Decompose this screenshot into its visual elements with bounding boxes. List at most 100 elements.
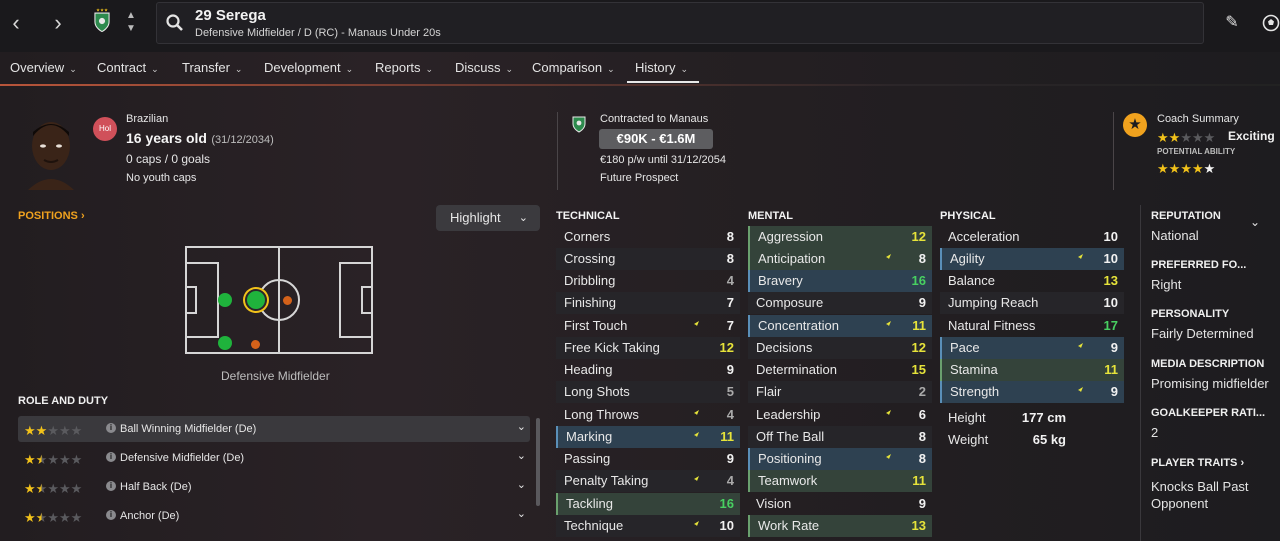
attribute-row[interactable]: Determination 15 [748, 359, 932, 381]
chevron-down-icon[interactable]: ⌄ [1250, 215, 1260, 229]
contract-club: Contracted to Manaus [600, 113, 709, 125]
attribute-row[interactable]: Heading 9 [556, 359, 740, 381]
role-name: Ball Winning Midfielder (De) [120, 423, 257, 435]
role-row[interactable]: ★★★★★ i Defensive Midfielder (De) ⌄ [18, 445, 530, 471]
roles-scrollbar[interactable] [536, 418, 540, 506]
edit-icon[interactable]: ✎ [1222, 12, 1242, 34]
trending-icon [689, 410, 699, 420]
player-face-image [28, 122, 74, 190]
attribute-row[interactable]: Passing 9 [556, 448, 740, 470]
reputation-value: National [1151, 228, 1199, 243]
position-dot-dm[interactable] [247, 291, 265, 309]
forward-icon[interactable]: › [45, 8, 71, 38]
attribute-row[interactable]: Flair 2 [748, 381, 932, 403]
player-search-box[interactable]: 29 Serega Defensive Midfielder / D (RC) … [156, 2, 1204, 44]
attribute-row[interactable]: Positioning 8 [748, 448, 932, 470]
tab-discuss[interactable]: Discuss ⌄ [455, 60, 513, 75]
attribute-row[interactable]: Dribbling 4 [556, 270, 740, 292]
physical-heading: PHYSICAL [940, 210, 996, 222]
attribute-row[interactable]: Penalty Taking 4 [556, 470, 740, 492]
attribute-row[interactable]: Teamwork 11 [748, 470, 932, 492]
trending-icon [689, 521, 699, 531]
attribute-row[interactable]: Composure 9 [748, 292, 932, 314]
goalkeeper-rating-heading: GOALKEEPER RATI... [1151, 407, 1266, 419]
attribute-row[interactable]: Strength 9 [940, 381, 1124, 403]
tab-reports[interactable]: Reports ⌄ [375, 60, 433, 75]
tab-contract[interactable]: Contract ⌄ [97, 60, 159, 75]
value-range-badge[interactable]: €90K - €1.6M [599, 129, 713, 149]
attribute-row[interactable]: Work Rate 13 [748, 515, 932, 537]
current-ability-stars: ★★★★★ [1157, 130, 1216, 145]
hol-badge: Hol [93, 117, 117, 141]
tab-development[interactable]: Development ⌄ [264, 60, 353, 75]
positions-heading[interactable]: POSITIONS › [18, 210, 85, 222]
attribute-row[interactable]: Anticipation 8 [748, 248, 932, 270]
info-icon[interactable]: i [106, 452, 116, 462]
attribute-row[interactable]: Long Throws 4 [556, 404, 740, 426]
wage: €180 p/w until 31/12/2054 [600, 154, 726, 166]
trending-icon [881, 321, 891, 331]
tab-transfer[interactable]: Transfer ⌄ [182, 60, 242, 75]
info-icon[interactable]: i [106, 423, 116, 433]
preferred-foot-value: Right [1151, 277, 1182, 292]
football-icon[interactable] [1262, 13, 1280, 33]
chevron-down-icon[interactable]: ⌄ [517, 420, 526, 433]
info-icon[interactable]: i [106, 481, 116, 491]
attribute-row[interactable]: Crossing 8 [556, 248, 740, 270]
left-six-yard-box [185, 286, 197, 314]
attribute-row[interactable]: Jumping Reach 10 [940, 292, 1124, 314]
trending-icon [689, 432, 699, 442]
role-row[interactable]: ★★★★★ i Ball Winning Midfielder (De) ⌄ [18, 416, 530, 442]
chevron-down-icon[interactable]: ⌄ [517, 478, 526, 491]
search-icon[interactable] [165, 13, 185, 33]
attribute-row[interactable]: Marking 11 [556, 426, 740, 448]
position-dot-dr[interactable] [218, 336, 232, 350]
technical-heading: TECHNICAL [556, 210, 620, 222]
player-traits-heading[interactable]: PLAYER TRAITS › [1151, 457, 1244, 469]
attribute-row[interactable]: Vision 9 [748, 493, 932, 515]
attribute-row[interactable]: Finishing 7 [556, 292, 740, 314]
tab-overview[interactable]: Overview ⌄ [10, 60, 77, 75]
attribute-row[interactable]: Acceleration 10 [940, 226, 1124, 248]
chevron-down-icon[interactable]: ⌄ [517, 449, 526, 462]
attribute-row[interactable]: Stamina 11 [940, 359, 1124, 381]
attribute-row[interactable]: Pace 9 [940, 337, 1124, 359]
attribute-row[interactable]: Concentration 11 [748, 315, 932, 337]
potential-ability-stars: ★★★★★ [1157, 161, 1216, 176]
position-dot-dmr[interactable] [251, 340, 260, 349]
attribute-row[interactable]: Long Shots 5 [556, 381, 740, 403]
attribute-row[interactable]: Balance 13 [940, 270, 1124, 292]
svg-text:★★★: ★★★ [96, 7, 108, 12]
info-icon[interactable]: i [106, 510, 116, 520]
position-dot-mc[interactable] [283, 296, 292, 305]
attribute-row[interactable]: Aggression 12 [748, 226, 932, 248]
tab-comparison[interactable]: Comparison ⌄ [532, 60, 615, 75]
attribute-row[interactable]: Free Kick Taking 12 [556, 337, 740, 359]
attribute-row[interactable]: Technique 10 [556, 515, 740, 537]
trending-icon [689, 476, 699, 486]
attribute-row[interactable]: Decisions 12 [748, 337, 932, 359]
role-row[interactable]: ★★★★★ i Half Back (De) ⌄ [18, 474, 530, 500]
attribute-row[interactable]: Bravery 16 [748, 270, 932, 292]
role-name: Anchor (De) [120, 510, 180, 522]
tab-history[interactable]: History ⌄ [635, 60, 688, 75]
attribute-row[interactable]: Tackling 16 [556, 493, 740, 515]
divider [557, 112, 558, 190]
player-switch-arrows[interactable]: ▲ ▼ [124, 9, 138, 39]
attribute-row[interactable]: First Touch 7 [556, 315, 740, 337]
trending-icon [881, 454, 891, 464]
attribute-row[interactable]: Off The Ball 8 [748, 426, 932, 448]
caps-goals: 0 caps / 0 goals [126, 152, 211, 166]
attribute-row[interactable]: Natural Fitness 17 [940, 315, 1124, 337]
prospect-status: Future Prospect [600, 172, 679, 184]
media-description-heading: MEDIA DESCRIPTION [1151, 358, 1265, 370]
attribute-row[interactable]: Corners 8 [556, 226, 740, 248]
highlight-dropdown[interactable]: Highlight ⌄ [436, 205, 540, 231]
role-row[interactable]: ★★★★★ i Anchor (De) ⌄ [18, 503, 530, 529]
attribute-row[interactable]: Leadership 6 [748, 404, 932, 426]
chevron-down-icon[interactable]: ⌄ [517, 507, 526, 520]
player-profile-screen: ‹ › ★★★ ▲ ▼ 29 Serega Defensive Midfielde… [0, 0, 1280, 541]
attribute-row[interactable]: Agility 10 [940, 248, 1124, 270]
back-icon[interactable]: ‹ [3, 8, 29, 38]
position-dot-dc[interactable] [218, 293, 232, 307]
